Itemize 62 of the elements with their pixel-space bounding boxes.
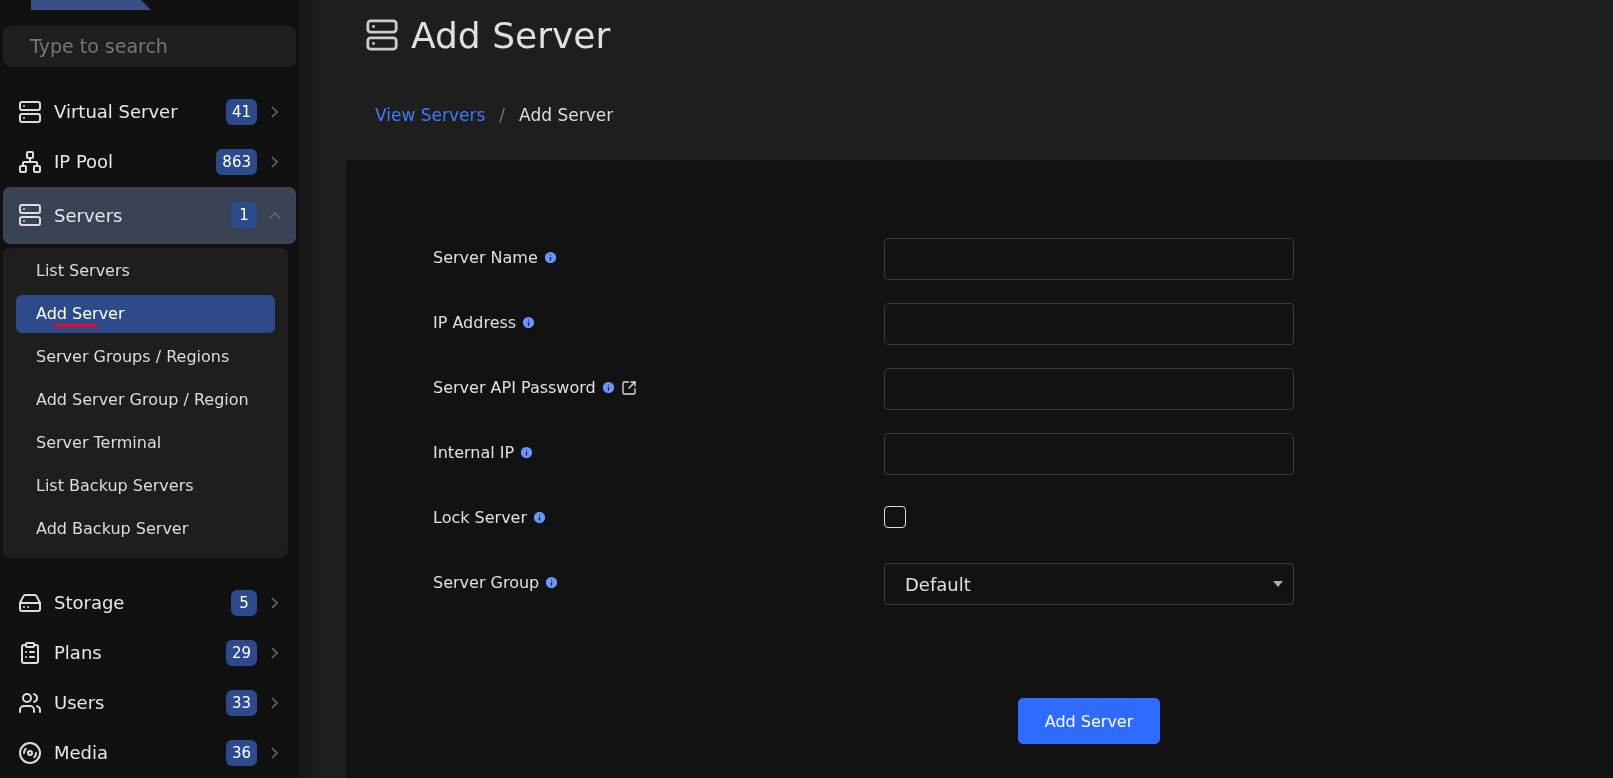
- submenu-item[interactable]: Add Server: [16, 294, 275, 333]
- network-server-icon: [18, 149, 42, 174]
- submit-button[interactable]: Add Server: [1018, 698, 1160, 744]
- field-label: IP Address: [433, 313, 517, 332]
- text-field[interactable]: [884, 368, 1294, 410]
- clipboard-icon: [18, 640, 42, 665]
- chevron-right-icon: [271, 105, 278, 118]
- breadcrumb-separator: /: [499, 105, 506, 125]
- field-label: Internal IP: [433, 443, 515, 462]
- chevron-right-icon: [271, 746, 278, 759]
- server-stack-icon: [18, 99, 42, 124]
- chevron-right-icon: [271, 155, 278, 168]
- count-badge: 29: [225, 639, 257, 666]
- breadcrumb-current: Add Server: [519, 105, 614, 125]
- info-icon[interactable]: [519, 445, 535, 460]
- submenu-item[interactable]: List Backup Servers: [16, 466, 275, 505]
- info-icon[interactable]: [544, 575, 560, 590]
- search-field[interactable]: Type to search: [3, 26, 296, 67]
- nav-item[interactable]: Plans 29: [3, 627, 296, 678]
- nav-item[interactable]: Media 36: [3, 727, 296, 778]
- chevron-right-icon: [271, 596, 278, 609]
- nav-item[interactable]: Storage 5: [3, 577, 296, 628]
- users-icon: [18, 690, 42, 715]
- count-badge: 33: [225, 689, 257, 716]
- count-badge: 41: [225, 98, 257, 125]
- field-label: Server API Password: [433, 378, 596, 397]
- text-field[interactable]: [884, 303, 1294, 345]
- submenu-item[interactable]: List Servers: [16, 251, 275, 290]
- submenu-item[interactable]: Server Groups / Regions: [16, 337, 275, 376]
- nav-item[interactable]: IP Pool 863: [3, 136, 296, 187]
- info-icon[interactable]: [532, 510, 548, 525]
- external-link-icon[interactable]: [620, 379, 637, 396]
- submenu-item[interactable]: Add Server Group / Region: [16, 380, 275, 419]
- field-label: Lock Server: [433, 508, 528, 527]
- server-icon: [365, 18, 399, 52]
- count-badge: 36: [225, 739, 257, 766]
- info-icon[interactable]: [542, 250, 558, 265]
- count-badge: 1: [231, 202, 257, 229]
- caret-icon: [1273, 581, 1283, 587]
- text-field[interactable]: [884, 433, 1294, 475]
- count-badge: 5: [231, 589, 257, 616]
- checkbox[interactable]: [884, 506, 906, 528]
- nav-item[interactable]: Servers 1: [3, 187, 296, 244]
- info-icon[interactable]: [600, 380, 616, 395]
- server-icon: [18, 203, 42, 228]
- nav-item[interactable]: Virtual Server 41: [3, 86, 296, 137]
- info-icon[interactable]: [521, 315, 537, 330]
- chevron-up-icon: [269, 211, 281, 219]
- disc-icon: [18, 740, 42, 765]
- chevron-right-icon: [271, 696, 278, 709]
- submenu-item[interactable]: Server Terminal: [16, 423, 275, 462]
- submenu-item[interactable]: Add Backup Server: [16, 509, 275, 548]
- breadcrumb-link[interactable]: View Servers: [375, 105, 486, 125]
- count-badge: 863: [216, 148, 257, 175]
- select-dropdown[interactable]: Default: [884, 563, 1294, 605]
- logo-icon: [31, 0, 151, 10]
- page-title: Add Server: [411, 14, 611, 56]
- text-field[interactable]: [884, 238, 1294, 280]
- field-label: Server Group: [433, 573, 540, 592]
- nav-item[interactable]: Users 33: [3, 677, 296, 728]
- chevron-right-icon: [271, 646, 278, 659]
- field-label: Server Name: [433, 248, 538, 267]
